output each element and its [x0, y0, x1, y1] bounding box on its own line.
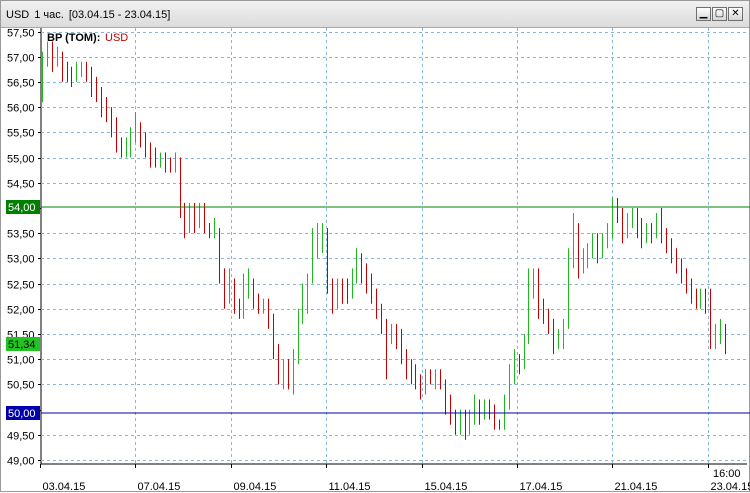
x-tick-label: 03.04.15	[43, 481, 86, 493]
x-tick-label: 15.04.15	[425, 481, 468, 493]
y-tick-label: 55,50	[7, 128, 35, 140]
y-tick-label: 57,50	[7, 28, 35, 40]
y-tick-label: 53,50	[7, 229, 35, 241]
x-axis-labels: 03.04.15 07.04.15 09.04.15 11.04.15 15.04.15…	[43, 481, 750, 493]
x-tick-label: 21.04.15	[615, 481, 658, 493]
y-tick-label: 54,50	[7, 179, 35, 191]
y-tick-label: 56,50	[7, 78, 35, 90]
legend-instrument: BP (TOM):	[47, 32, 100, 44]
x-tick-label: 11.04.15	[329, 481, 371, 493]
y-tick-label: 55,00	[7, 154, 35, 166]
chart-window: USD1 час.[03.04.15 - 23.04.15] ▁ ▢ ✕ 57,…	[0, 0, 750, 492]
x-tick-label: 07.04.15	[138, 481, 181, 493]
current-time-label: 16:00	[713, 468, 741, 480]
x-tick-label: 23.04.15	[711, 481, 750, 493]
y-tick-label: 52,50	[7, 280, 35, 292]
level-tag-50: 50,00	[8, 408, 36, 420]
y-tick-label: 53,00	[7, 254, 35, 266]
x-tick-label: 17.04.15	[520, 481, 563, 493]
y-tick-label: 52,00	[7, 305, 35, 317]
legend-currency: USD	[105, 32, 128, 44]
y-tick-label: 56,00	[7, 103, 35, 115]
current-price-tag: 51,34	[8, 339, 36, 351]
y-tick-label: 51,00	[7, 355, 35, 367]
x-tick-label: 09.04.15	[234, 481, 277, 493]
price-bars	[43, 42, 726, 440]
y-tick-label: 50,50	[7, 380, 35, 392]
y-tick-label: 49,50	[7, 431, 35, 443]
level-tag-54: 54,00	[8, 202, 36, 214]
chart-grid	[38, 28, 747, 468]
y-tick-label: 49,00	[7, 456, 35, 468]
y-axis-labels: 57,50 57,00 56,50 56,00 55,50 55,00 54,50 53,50…	[7, 28, 35, 468]
price-chart[interactable]: 57,50 57,00 56,50 56,00 55,50 55,00 54,50 53,50…	[1, 1, 750, 493]
y-tick-label: 57,00	[7, 53, 35, 65]
